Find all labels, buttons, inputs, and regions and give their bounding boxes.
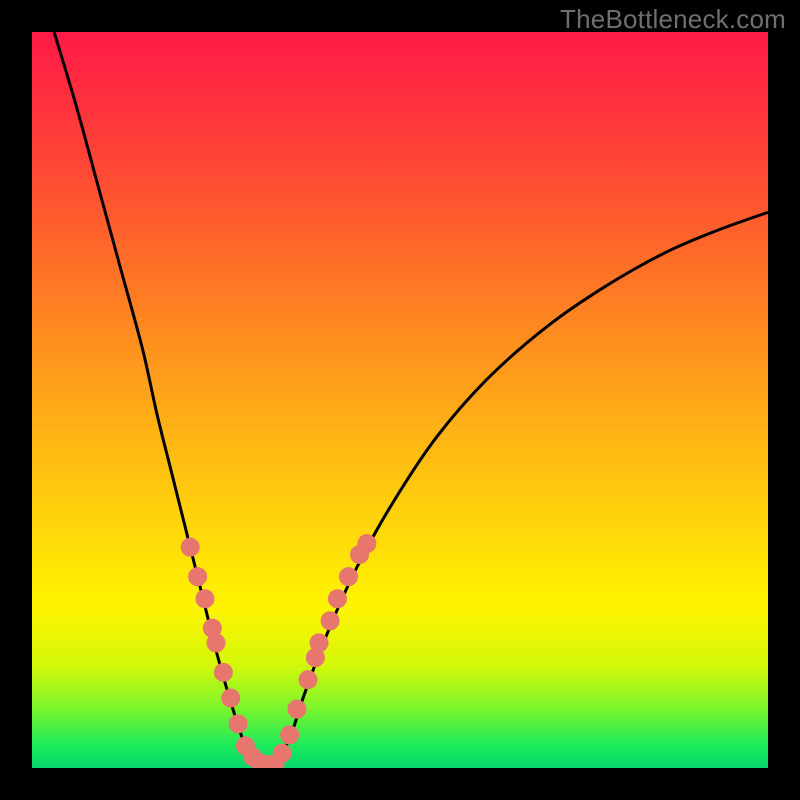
curve-marker	[189, 568, 207, 586]
curve-marker	[207, 634, 225, 652]
curve-marker	[196, 590, 214, 608]
curve-marker	[222, 689, 240, 707]
curve-markers	[181, 535, 376, 768]
curve-marker	[229, 715, 247, 733]
curve-marker	[310, 634, 328, 652]
curve-marker	[358, 535, 376, 553]
chart-frame: TheBottleneck.com	[0, 0, 800, 800]
curve-marker	[328, 590, 346, 608]
curve-marker	[299, 671, 317, 689]
curve-right	[275, 212, 768, 764]
watermark-text: TheBottleneck.com	[560, 4, 786, 35]
curve-marker	[214, 663, 232, 681]
curve-marker	[281, 726, 299, 744]
curve-marker	[273, 744, 291, 762]
chart-overlay	[32, 32, 768, 768]
curve-marker	[321, 612, 339, 630]
curve-marker	[339, 568, 357, 586]
curve-marker	[288, 700, 306, 718]
plot-area	[32, 32, 768, 768]
curve-left	[54, 32, 260, 764]
curve-marker	[181, 538, 199, 556]
